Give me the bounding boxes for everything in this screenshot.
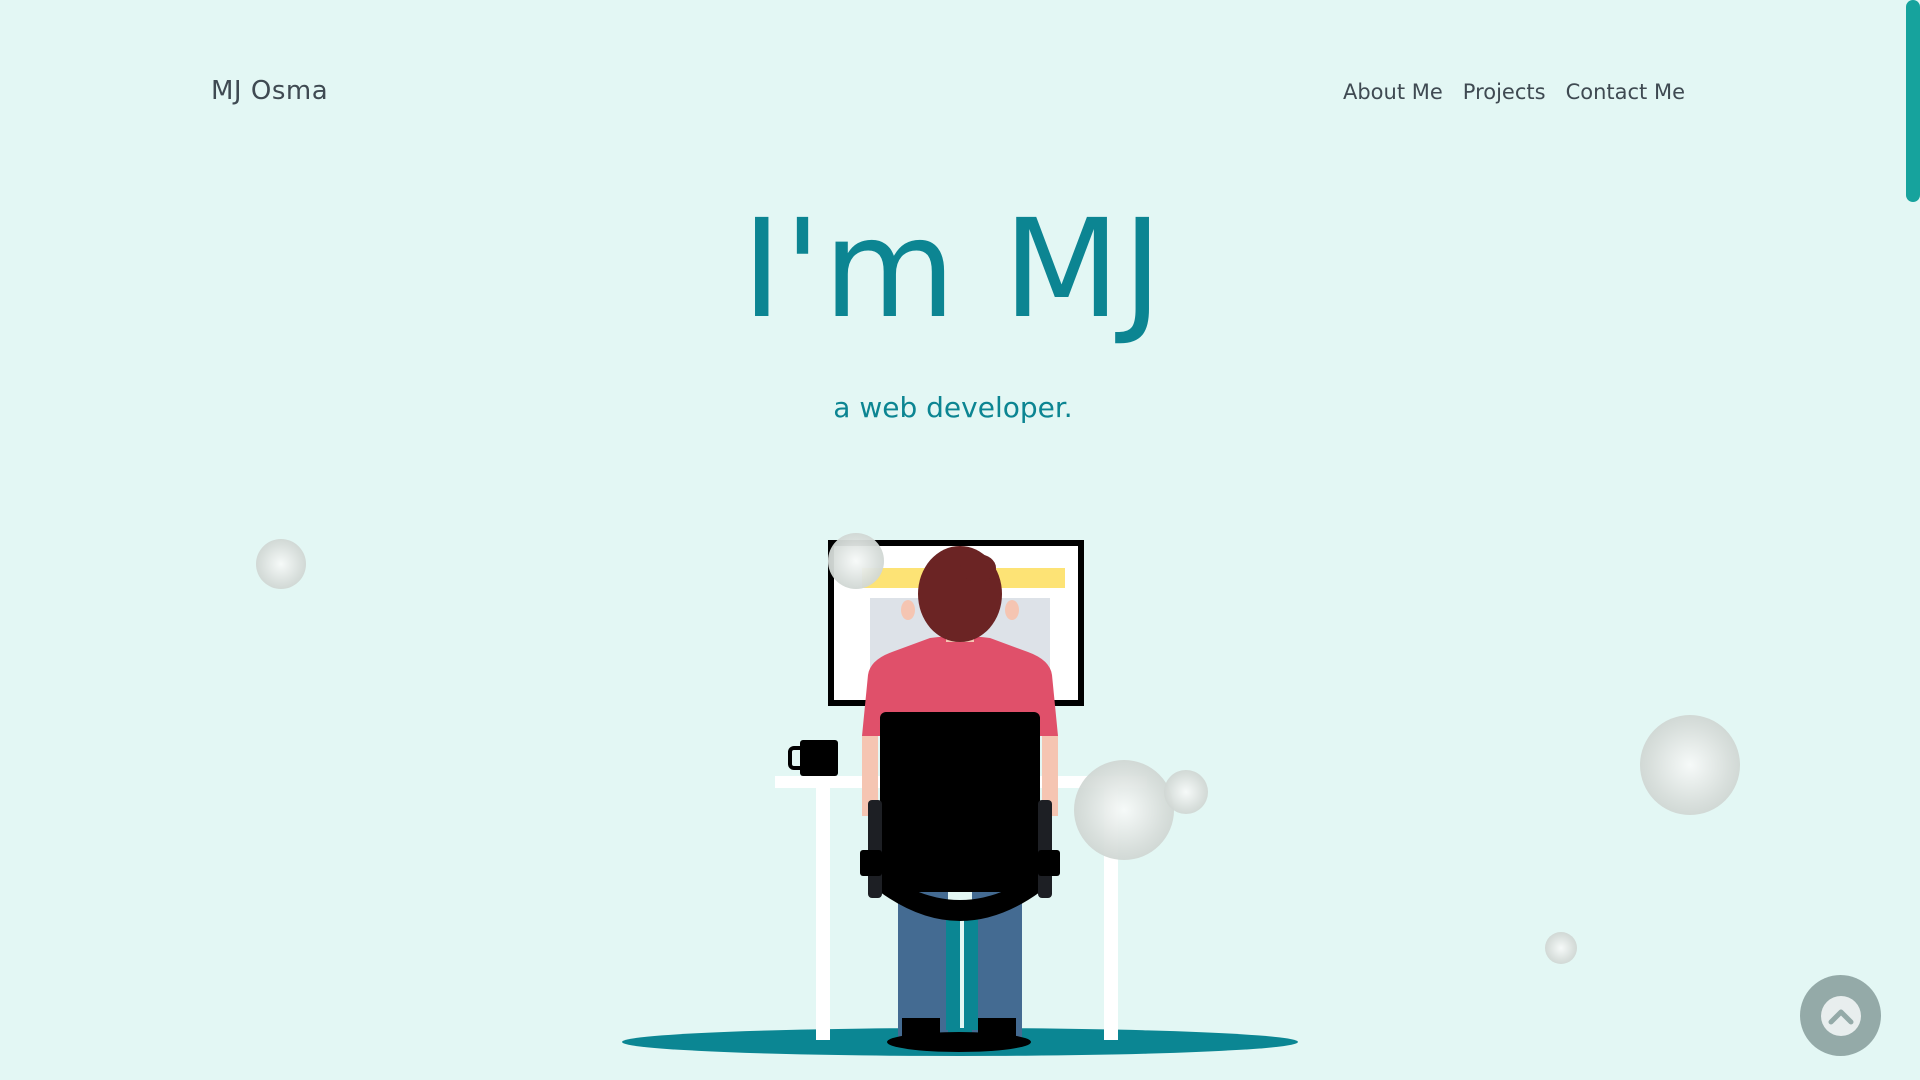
chevron-up-icon [1828, 1009, 1853, 1024]
floating-bubble [256, 539, 306, 589]
nav-link-projects[interactable]: Projects [1463, 77, 1546, 107]
brand-logo-link[interactable]: MJ Osma [211, 74, 328, 108]
floating-bubble [1164, 770, 1208, 814]
scrollbar-thumb[interactable] [1906, 0, 1920, 202]
nav-link-contact-me[interactable]: Contact Me [1566, 77, 1685, 107]
main-nav: About Me Projects Contact Me [1343, 77, 1685, 107]
developer-at-desk-illustration [622, 540, 1298, 1056]
floating-bubble [828, 533, 884, 589]
floating-bubble [1074, 760, 1174, 860]
hero-subtitle: a web developer. [833, 391, 1073, 424]
floating-bubble [1545, 932, 1577, 964]
nav-link-about-me[interactable]: About Me [1343, 77, 1443, 107]
scroll-to-top-button[interactable] [1800, 975, 1881, 1056]
scroll-to-top-inner [1820, 995, 1861, 1036]
floating-bubble [1640, 715, 1740, 815]
page: MJ Osma About Me Projects Contact Me I'm… [0, 0, 1920, 1080]
hero-title: I'm MJ [741, 191, 1165, 349]
